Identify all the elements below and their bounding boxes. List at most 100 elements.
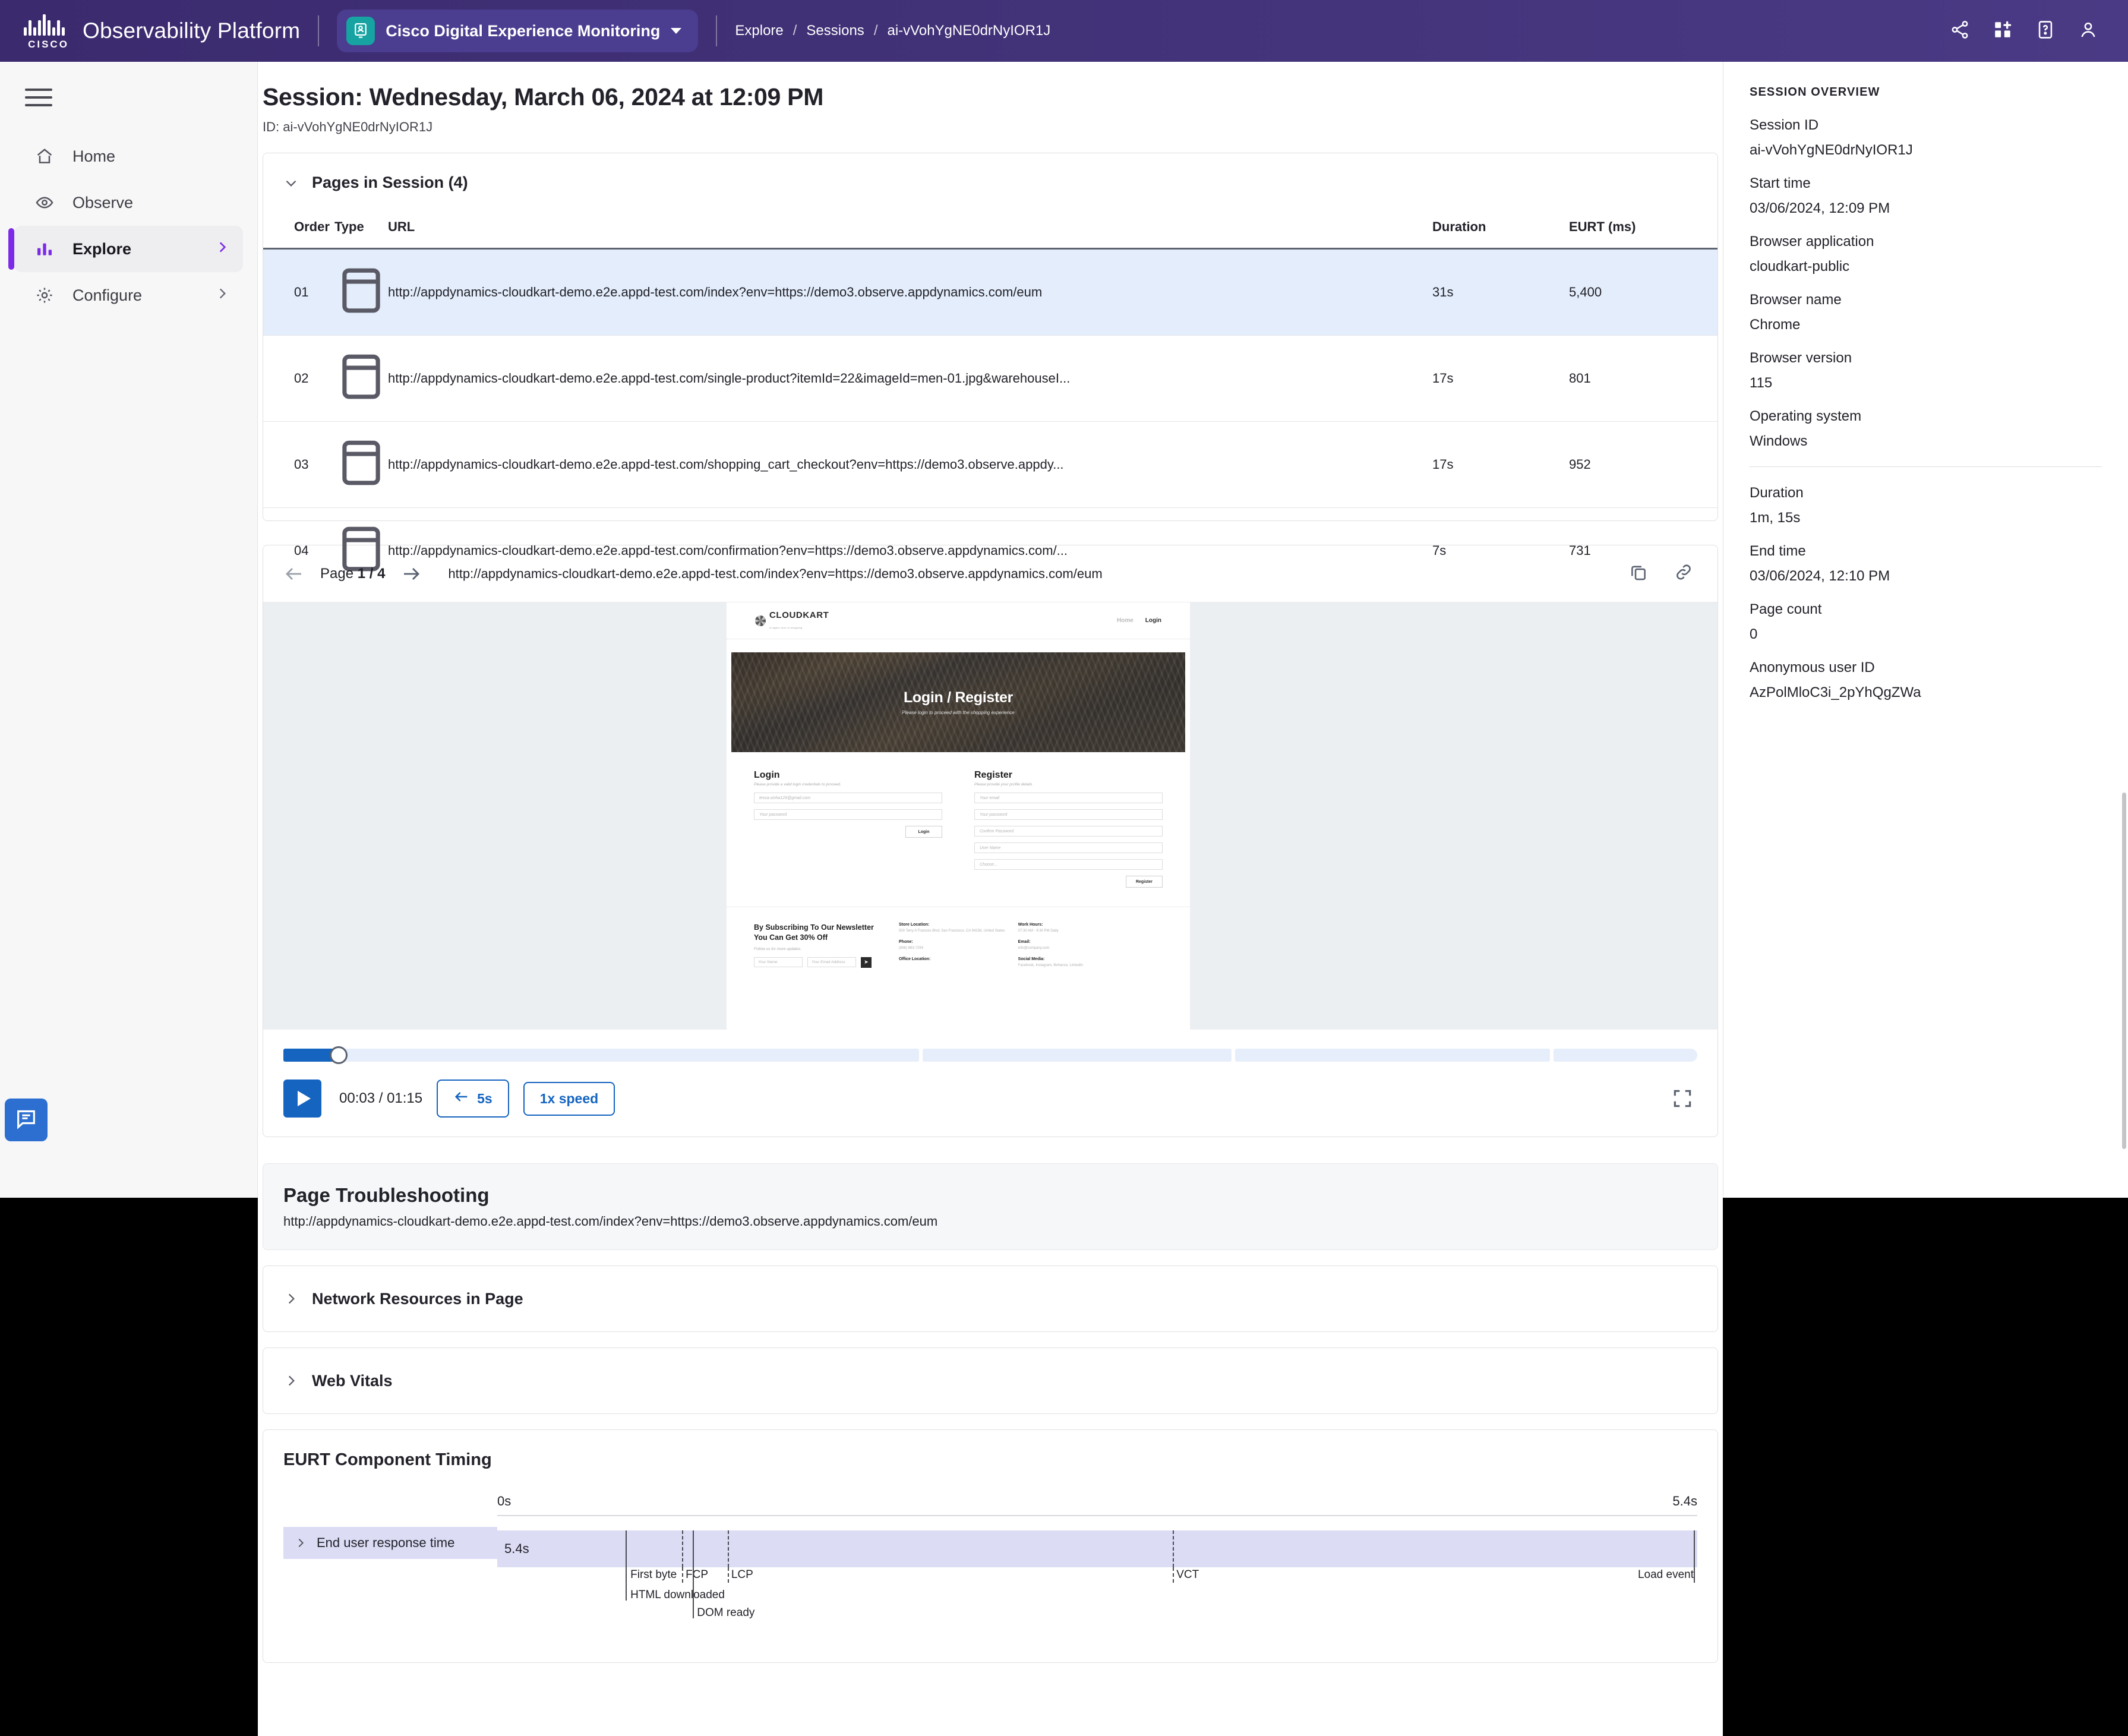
platform-title: Observability Platform <box>83 18 301 43</box>
overview-label: End time <box>1750 543 1806 559</box>
col-type[interactable]: Type <box>334 213 388 250</box>
replay-link-home[interactable]: Home <box>1117 617 1134 624</box>
network-resources-section[interactable]: Network Resources in Page <box>263 1265 1718 1332</box>
dem-product-icon <box>346 17 375 45</box>
rewind-5s-button[interactable]: 5s <box>437 1080 509 1118</box>
send-icon[interactable]: ➤ <box>861 957 872 968</box>
col-duration[interactable]: Duration <box>1432 213 1569 250</box>
cell-type <box>334 421 388 508</box>
replay-controls: 00:03 / 01:15 5s 1x speed <box>263 1063 1717 1137</box>
page-position-value: 1 / 4 <box>357 565 386 582</box>
cell-url: http://appdynamics-cloudkart-demo.e2e.ap… <box>388 335 1432 422</box>
eurt-row-label-pill[interactable]: End user response time <box>283 1527 497 1559</box>
overview-label: Browser name <box>1750 292 1842 308</box>
replay-register-confirm-field[interactable]: Confirm Password <box>974 826 1163 837</box>
chevron-right-icon-webvitals[interactable] <box>283 1373 299 1388</box>
play-icon <box>297 1091 311 1106</box>
product-switcher[interactable]: Cisco Digital Experience Monitoring <box>337 10 699 52</box>
playback-speed-button[interactable]: 1x speed <box>523 1081 615 1116</box>
eurt-dropline-load-event <box>1693 1567 1695 1583</box>
eurt-bar: 5.4s <box>497 1530 1697 1567</box>
chevron-right-icon-network[interactable] <box>283 1291 299 1306</box>
fullscreen-icon[interactable] <box>1671 1087 1694 1110</box>
right-panel-scrollbar[interactable] <box>2122 793 2126 1149</box>
chevron-down-icon[interactable] <box>671 28 682 34</box>
sidebar-item-home[interactable]: Home <box>14 133 243 179</box>
next-page-icon[interactable] <box>400 563 422 585</box>
timeline-segment-1[interactable] <box>283 1046 919 1064</box>
eye-icon <box>34 192 55 213</box>
table-row[interactable]: 03 http://appdynamics-cloudkart-demo.e2e… <box>263 421 1717 508</box>
timeline-knob[interactable] <box>330 1046 348 1064</box>
replay-register-choose-select[interactable]: Choose... <box>974 859 1163 870</box>
overview-label: Anonymous user ID <box>1750 659 1875 676</box>
cell-url-text[interactable]: http://appdynamics-cloudkart-demo.e2e.ap… <box>388 371 1350 386</box>
chevron-down-icon-pages[interactable] <box>283 175 299 191</box>
timeline-segment-4[interactable] <box>1554 1049 1697 1062</box>
user-account-icon[interactable] <box>2078 20 2098 43</box>
chevron-right-icon-eurt[interactable] <box>294 1536 307 1549</box>
letterbox-left <box>0 1198 258 1736</box>
overview-field: Browser application cloudkart-public <box>1750 233 2102 275</box>
overview-value: cloudkart-public <box>1750 258 1850 274</box>
replay-newsletter-email-field[interactable]: Your Email Address <box>807 957 856 968</box>
divider-2 <box>716 15 718 46</box>
replay-info-value: info@company.com <box>1018 946 1050 950</box>
replay-newsletter-left: By Subscribing To Our Newsletter You Can… <box>754 923 879 974</box>
web-vitals-section[interactable]: Web Vitals <box>263 1347 1718 1414</box>
pages-in-session-header[interactable]: Pages in Session (4) <box>263 153 1717 198</box>
replay-stage[interactable]: CLOUDKART A higher form of shopping Home… <box>263 602 1717 1030</box>
feedback-button[interactable] <box>5 1099 48 1141</box>
eurt-marker-vct <box>1173 1530 1174 1567</box>
link-icon[interactable] <box>1674 562 1694 585</box>
replay-login-password-field[interactable]: Your password <box>754 809 942 820</box>
replay-register-username-field[interactable]: User Name <box>974 842 1163 853</box>
breadcrumb-item-sessions[interactable]: Sessions <box>806 23 864 39</box>
help-icon[interactable] <box>2035 20 2056 43</box>
eurt-dropline-vct <box>1173 1567 1174 1583</box>
breadcrumb-item-explore[interactable]: Explore <box>735 23 783 39</box>
replay-progress-scrubber[interactable] <box>283 1046 1697 1064</box>
replay-newsletter-name-field[interactable]: Your Name <box>754 957 803 968</box>
replay-register-email-field[interactable]: Your email <box>974 793 1163 803</box>
cell-eurt: 5,400 <box>1569 248 1717 336</box>
overview-field: Duration 1m, 15s <box>1750 485 2102 526</box>
play-button[interactable] <box>283 1080 321 1118</box>
replay-timeline-wrap <box>263 1030 1717 1064</box>
replay-info-value: 500 Terry A Francois Blvd, San Francisco… <box>899 929 1005 933</box>
cell-url-text[interactable]: http://appdynamics-cloudkart-demo.e2e.ap… <box>388 285 1350 300</box>
sidebar-item-observe[interactable]: Observe <box>14 179 243 226</box>
col-eurt[interactable]: EURT (ms) <box>1569 213 1717 250</box>
cell-url-text[interactable]: http://appdynamics-cloudkart-demo.e2e.ap… <box>388 457 1350 472</box>
copy-icon[interactable] <box>1628 562 1649 585</box>
replay-login-email-field[interactable]: leeza.sinha126@gmail.com <box>754 793 942 803</box>
eurt-dropline-first-byte <box>626 1567 627 1601</box>
table-row[interactable]: 01 http://appdynamics-cloudkart-demo.e2e… <box>263 248 1717 336</box>
timeline-segment-3[interactable] <box>1235 1049 1550 1062</box>
sidebar-item-label-home: Home <box>72 147 116 165</box>
timeline-segment-2[interactable] <box>923 1049 1232 1062</box>
apps-add-icon[interactable] <box>1993 20 2013 43</box>
table-row[interactable]: 02 http://appdynamics-cloudkart-demo.e2e… <box>263 335 1717 422</box>
breadcrumb-item-session-id[interactable]: ai-vVohYgNE0drNyIOR1J <box>887 23 1050 39</box>
eurt-marker-lcp <box>727 1530 729 1567</box>
previous-page-icon[interactable] <box>283 563 305 585</box>
session-overview-panel: SESSION OVERVIEW Session ID ai-vVohYgNE0… <box>1723 62 2128 1198</box>
timecode-display: 00:03 / 01:15 <box>339 1090 423 1106</box>
replay-register-button[interactable]: Register <box>1126 876 1163 888</box>
col-order[interactable]: Order <box>263 213 334 250</box>
replay-link-login[interactable]: Login <box>1145 617 1161 624</box>
menu-toggle-icon[interactable] <box>25 89 52 106</box>
cisco-logo: CISCO <box>24 12 73 50</box>
cell-url: http://appdynamics-cloudkart-demo.e2e.ap… <box>388 421 1432 508</box>
col-url[interactable]: URL <box>388 213 1432 250</box>
overview-field: Anonymous user ID AzPolMloC3i_2pYhQgZWa <box>1750 659 2102 701</box>
browser-window-icon <box>334 440 388 493</box>
share-icon[interactable] <box>1950 20 1970 43</box>
sidebar-item-configure[interactable]: Configure <box>14 272 243 318</box>
sidebar-item-explore[interactable]: Explore <box>8 226 243 272</box>
replay-login-button[interactable]: Login <box>905 826 942 838</box>
replay-register-password-field[interactable]: Your password <box>974 809 1163 820</box>
gear-icon <box>34 285 55 305</box>
overview-field: Session ID ai-vVohYgNE0drNyIOR1J <box>1750 117 2102 159</box>
